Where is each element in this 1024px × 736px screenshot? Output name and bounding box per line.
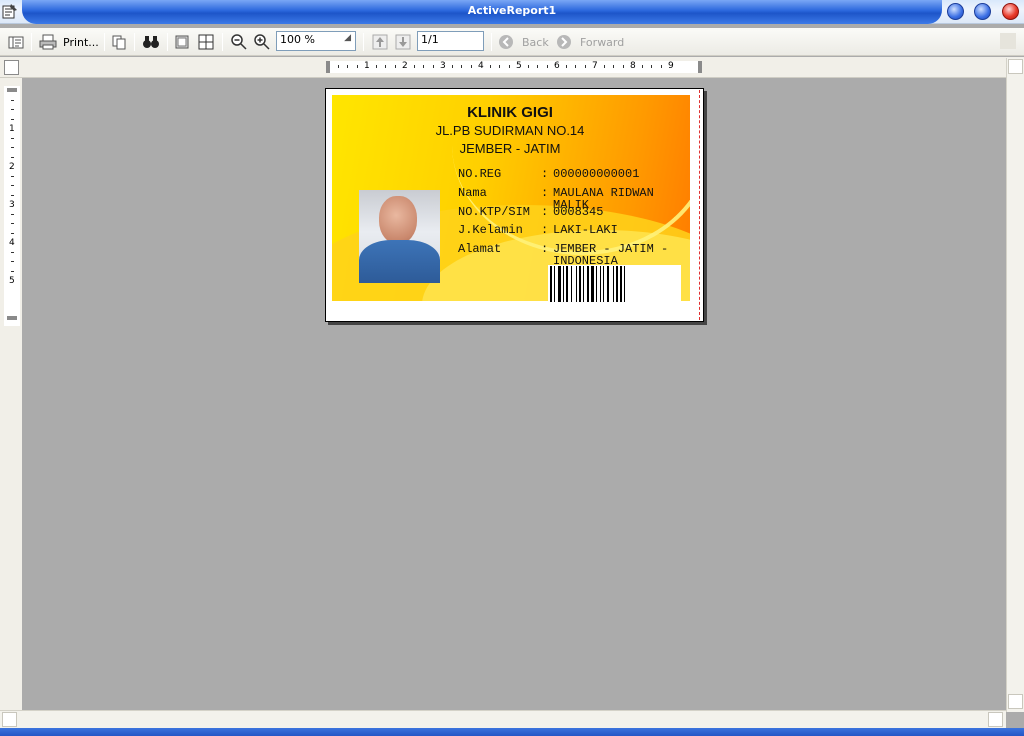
field-label: NO.REG bbox=[458, 167, 502, 181]
ruler-tick-label: 5 bbox=[516, 61, 522, 71]
field-colon: : bbox=[541, 167, 549, 181]
ruler-tick-label: 2 bbox=[402, 61, 408, 71]
app-icon[interactable] bbox=[2, 3, 18, 19]
scroll-up-button[interactable] bbox=[1008, 59, 1023, 74]
ruler-tick-label: 6 bbox=[554, 61, 560, 71]
chevron-down-icon[interactable]: ◢ bbox=[344, 33, 351, 43]
field-value: LAKI-LAKI bbox=[553, 223, 618, 237]
previous-page-icon[interactable] bbox=[372, 32, 388, 52]
field-label: J.Kelamin bbox=[458, 223, 523, 237]
next-page-icon[interactable] bbox=[395, 32, 411, 52]
toolbar: Print... 100 % ◢ 1/1 Back Forward bbox=[0, 28, 1024, 56]
zoom-value: 100 % bbox=[280, 33, 315, 46]
field-label: Nama bbox=[458, 186, 487, 200]
field-label: Alamat bbox=[458, 242, 502, 256]
ruler-corner-box bbox=[4, 60, 19, 75]
horizontal-ruler: 1 2 3 4 5 6 7 8 9 bbox=[326, 61, 702, 73]
ruler-tick-label: 4 bbox=[478, 61, 484, 71]
field-label: NO.KTP/SIM bbox=[458, 205, 531, 219]
title-bar: ActiveReport1 bbox=[0, 0, 1024, 24]
table-of-contents-icon[interactable] bbox=[8, 32, 24, 52]
back-arrow-icon[interactable] bbox=[498, 32, 514, 52]
zoom-in-icon[interactable] bbox=[253, 32, 271, 52]
ruler-tick-label: 1 bbox=[364, 61, 370, 71]
maximize-button[interactable] bbox=[974, 3, 991, 20]
scroll-right-button[interactable] bbox=[988, 712, 1003, 727]
vertical-scrollbar[interactable] bbox=[1006, 58, 1024, 712]
field-colon: : bbox=[541, 223, 549, 237]
ruler-tick-label: 3 bbox=[440, 61, 446, 71]
field-colon: : bbox=[541, 242, 549, 256]
ruler-tick-label: 3 bbox=[9, 200, 15, 210]
ruler-tick-label: 4 bbox=[9, 238, 15, 248]
single-page-icon[interactable] bbox=[174, 32, 190, 52]
find-binoculars-icon[interactable] bbox=[142, 32, 160, 52]
field-value: 000000000001 bbox=[553, 167, 640, 181]
field-value: JEMBER - JATIM - INDONESIA bbox=[553, 242, 669, 268]
scroll-left-button[interactable] bbox=[2, 712, 17, 727]
window-title: ActiveReport1 bbox=[467, 4, 557, 17]
vertical-ruler: 1 2 3 4 5 bbox=[4, 86, 20, 326]
barcode-image bbox=[550, 266, 625, 302]
ruler-tick-label: 8 bbox=[630, 61, 636, 71]
forward-button[interactable]: Forward bbox=[580, 32, 624, 52]
page-number-field[interactable]: 1/1 bbox=[417, 31, 484, 51]
field-colon: : bbox=[541, 205, 549, 219]
page-margin-line bbox=[699, 90, 700, 320]
field-value: 0008345 bbox=[553, 205, 604, 219]
zoom-combo[interactable]: 100 % ◢ bbox=[276, 31, 356, 51]
back-button[interactable]: Back bbox=[522, 32, 549, 52]
horizontal-scrollbar[interactable] bbox=[0, 710, 1006, 728]
clinic-name: KLINIK GIGI bbox=[467, 104, 553, 121]
zoom-out-icon[interactable] bbox=[230, 32, 248, 52]
clinic-city: JEMBER - JATIM bbox=[459, 141, 561, 156]
forward-arrow-icon[interactable] bbox=[556, 32, 572, 52]
taskbar[interactable] bbox=[0, 728, 1024, 736]
copy-icon[interactable] bbox=[111, 32, 127, 52]
member-photo bbox=[359, 190, 440, 283]
toolbar-grip bbox=[1000, 33, 1016, 49]
field-colon: : bbox=[541, 186, 549, 200]
ruler-tick-label: 5 bbox=[9, 276, 15, 286]
minimize-button[interactable] bbox=[947, 3, 964, 20]
close-button[interactable] bbox=[1002, 3, 1019, 20]
ruler-tick-label: 9 bbox=[668, 61, 674, 71]
ruler-tick-label: 2 bbox=[9, 162, 15, 172]
ruler-tick-label: 1 bbox=[9, 124, 15, 134]
print-button[interactable]: Print... bbox=[63, 32, 99, 52]
barcode-box bbox=[548, 265, 681, 302]
ruler-tick-label: 7 bbox=[592, 61, 598, 71]
multiple-pages-icon[interactable] bbox=[198, 32, 214, 52]
printer-icon[interactable] bbox=[39, 32, 57, 52]
scroll-down-button[interactable] bbox=[1008, 694, 1023, 709]
clinic-address: JL.PB SUDIRMAN NO.14 bbox=[435, 123, 585, 138]
